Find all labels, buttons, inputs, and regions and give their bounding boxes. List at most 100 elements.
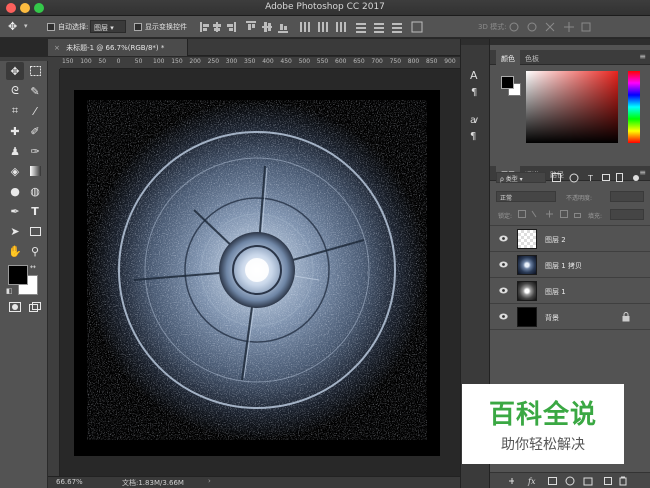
visibility-eye-icon[interactable] bbox=[499, 287, 508, 294]
path-select-tool-icon[interactable]: ➤ bbox=[6, 222, 24, 240]
type-tool-icon[interactable]: T bbox=[26, 202, 44, 220]
layer-name[interactable]: 图层 1 bbox=[545, 287, 566, 297]
healing-brush-tool-icon[interactable]: ✚ bbox=[6, 122, 24, 140]
options-bar: ✥ ▾ 自动选择: 图层 ▾ 显示变换控件 3D 模式: bbox=[0, 16, 650, 38]
layer-row[interactable]: 图层 2 bbox=[490, 226, 650, 252]
layer-filter-label: ρ 类型 bbox=[500, 176, 518, 183]
horizontal-ruler[interactable]: 150 100 50 0 50 100 150 200 250 300 350 400 450 500 55… bbox=[60, 57, 460, 69]
lasso-tool-icon[interactable]: ᘓ bbox=[6, 82, 24, 100]
layer-thumbnail bbox=[517, 255, 537, 275]
layer-name[interactable]: 图层 2 bbox=[545, 235, 566, 245]
color-panel-tabs: 颜色 色板 ≡ bbox=[490, 50, 650, 65]
ruler-tick-label: 850 bbox=[426, 58, 438, 65]
close-tab-icon[interactable]: × bbox=[54, 44, 60, 52]
ruler-tick-label: 600 bbox=[335, 58, 347, 65]
history-brush-tool-icon[interactable]: ✑ bbox=[26, 142, 44, 160]
move-tool-preset-icon[interactable]: ✥ bbox=[8, 20, 17, 33]
color-picker-field[interactable] bbox=[526, 71, 618, 143]
opacity-field[interactable] bbox=[610, 191, 644, 202]
3d-mode-label: 3D 模式: bbox=[478, 23, 507, 31]
auto-select-value: 图层 bbox=[94, 24, 108, 32]
fill-field[interactable] bbox=[610, 209, 644, 220]
radial-burst-artwork bbox=[74, 90, 440, 456]
tab-color[interactable]: 颜色 bbox=[496, 50, 520, 65]
brush-tool-icon[interactable]: ✐ bbox=[26, 122, 44, 140]
glyphs-panel-icon[interactable]: ꜹ bbox=[470, 115, 478, 126]
layer-row[interactable]: 图层 1 bbox=[490, 278, 650, 304]
layer-filter-icons[interactable]: T bbox=[552, 173, 642, 183]
ruler-tick-label: 0 bbox=[116, 58, 121, 65]
layer-row[interactable]: 背景 bbox=[490, 304, 650, 330]
visibility-eye-icon[interactable] bbox=[499, 261, 508, 268]
layer-filter-dropdown[interactable]: ρ 类型 ▾ bbox=[496, 172, 546, 183]
visibility-eye-icon[interactable] bbox=[499, 313, 508, 320]
quick-mask-icon[interactable] bbox=[6, 298, 24, 316]
paragraph-styles-icon[interactable]: ¶ bbox=[470, 131, 476, 142]
document-tabs: × 未标题-1 @ 66.7%(RGB/8*) * bbox=[48, 39, 460, 56]
ruler-tick-label: 650 bbox=[353, 58, 365, 65]
panels-top-bar bbox=[490, 39, 650, 45]
clone-stamp-tool-icon[interactable]: ♟ bbox=[6, 142, 24, 160]
ruler-tick-label: 150 bbox=[171, 58, 183, 65]
watermark-title: 百科全说 bbox=[488, 400, 597, 430]
zoom-tool-icon[interactable]: ⚲ bbox=[26, 242, 44, 260]
ruler-tick-label: 50 bbox=[134, 58, 143, 65]
watermark-subtitle: 助你轻松解决 bbox=[501, 437, 585, 453]
opacity-label: 不透明度: bbox=[566, 195, 593, 202]
default-colors-icon[interactable]: ◧ bbox=[6, 287, 13, 295]
ruler-tick-label: 50 bbox=[98, 58, 107, 65]
paragraph-panel-icon[interactable]: ¶ bbox=[471, 87, 477, 98]
3d-mode-icons[interactable] bbox=[508, 21, 638, 33]
ruler-tick-label: 500 bbox=[298, 58, 311, 65]
hue-slider[interactable] bbox=[628, 71, 640, 143]
show-transform-label: 显示变换控件 bbox=[145, 23, 187, 31]
foreground-color-swatch[interactable] bbox=[8, 265, 28, 285]
vertical-ruler[interactable] bbox=[48, 69, 60, 476]
chevron-down-icon[interactable]: ▾ bbox=[24, 22, 28, 30]
ruler-tick-label: 800 bbox=[407, 58, 420, 65]
gradient-tool-icon[interactable] bbox=[26, 162, 44, 180]
document-tab[interactable]: × 未标题-1 @ 66.7%(RGB/8*) * bbox=[48, 39, 188, 56]
ruler-tick-label: 900 bbox=[444, 58, 456, 65]
layer-name[interactable]: 图层 1 拷贝 bbox=[545, 261, 582, 271]
layer-thumbnail bbox=[517, 281, 537, 301]
visibility-eye-icon[interactable] bbox=[499, 235, 508, 242]
svg-text:T: T bbox=[587, 174, 593, 183]
status-menu-arrow-icon[interactable]: › bbox=[208, 477, 211, 485]
blur-tool-icon[interactable]: ● bbox=[6, 182, 24, 200]
screen-mode-icon[interactable] bbox=[26, 298, 44, 316]
layer-thumbnail bbox=[517, 307, 537, 327]
move-tool-icon[interactable]: ✥ bbox=[6, 62, 24, 80]
marquee-tool-icon[interactable] bbox=[26, 62, 44, 80]
blend-mode-value: 正常 bbox=[500, 195, 513, 202]
color-panel-menu-icon[interactable]: ≡ bbox=[639, 52, 646, 61]
tab-swatches[interactable]: 色板 bbox=[520, 50, 544, 65]
pen-tool-icon[interactable]: ✒ bbox=[6, 202, 24, 220]
align-distribute-icons[interactable] bbox=[200, 21, 460, 33]
color-foreground-swatch[interactable] bbox=[501, 76, 514, 89]
show-transform-checkbox[interactable] bbox=[134, 23, 142, 31]
document-canvas[interactable] bbox=[74, 90, 440, 456]
collapse-bar[interactable] bbox=[461, 39, 489, 45]
layer-name[interactable]: 背景 bbox=[545, 313, 559, 323]
rectangle-tool-icon[interactable] bbox=[26, 222, 44, 240]
dodge-tool-icon[interactable]: ◍ bbox=[26, 182, 44, 200]
eyedropper-tool-icon[interactable]: ⁄ bbox=[26, 102, 44, 120]
eraser-tool-icon[interactable]: ◈ bbox=[6, 162, 24, 180]
layer-row[interactable]: 图层 1 拷贝 bbox=[490, 252, 650, 278]
quick-select-tool-icon[interactable]: ✎ bbox=[26, 82, 44, 100]
hand-tool-icon[interactable]: ✋ bbox=[6, 242, 24, 260]
layer-footer-icons[interactable]: fx bbox=[508, 476, 648, 486]
lock-label: 锁定: bbox=[498, 213, 513, 220]
zoom-level[interactable]: 66.67% bbox=[56, 478, 83, 486]
auto-select-checkbox[interactable] bbox=[47, 23, 55, 31]
window-title: Adobe Photoshop CC 2017 bbox=[265, 2, 385, 12]
document-info[interactable]: 文档:1.83M/3.66M bbox=[122, 478, 184, 488]
ruler-tick-label: 300 bbox=[225, 58, 238, 65]
auto-select-dropdown[interactable]: 图层 ▾ bbox=[90, 20, 126, 33]
character-panel-icon[interactable]: A bbox=[470, 69, 478, 82]
crop-tool-icon[interactable]: ⌗ bbox=[6, 102, 24, 120]
blend-mode-dropdown[interactable]: 正常 bbox=[496, 191, 556, 202]
lock-icons[interactable] bbox=[518, 210, 588, 219]
swap-colors-icon[interactable]: ↔ bbox=[30, 263, 36, 271]
